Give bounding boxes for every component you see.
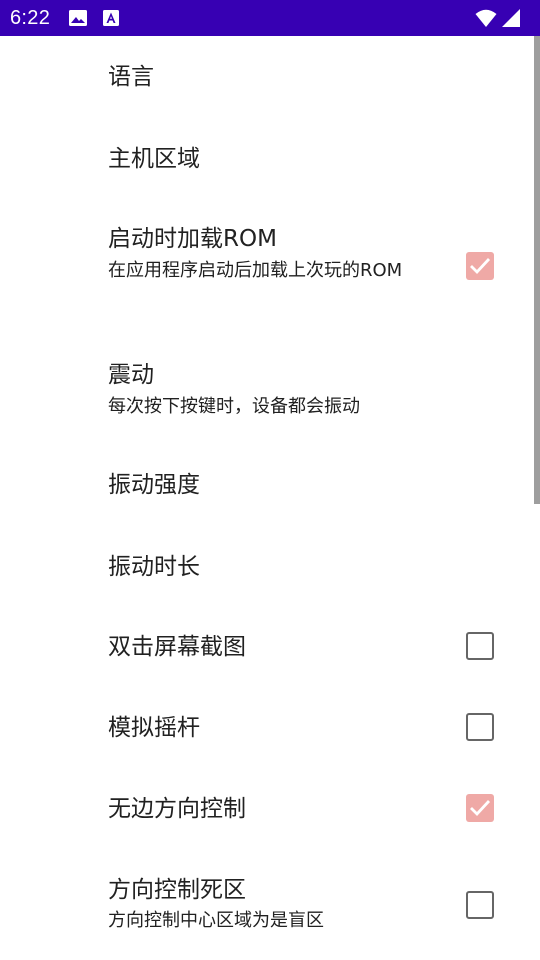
setting-title: 主机区域 xyxy=(108,146,200,172)
setting-dpad-deadzone[interactable]: 方向控制死区 方向控制中心区域为是盲区 xyxy=(0,849,534,960)
scrollbar[interactable] xyxy=(534,36,540,504)
setting-title: 无边方向控制 xyxy=(108,796,246,822)
setting-title: 启动时加载ROM xyxy=(108,226,277,252)
setting-vibration[interactable]: 震动 每次按下按键时，设备都会振动 xyxy=(0,336,534,444)
accessibility-icon xyxy=(103,10,119,26)
setting-load-rom-on-start[interactable]: 启动时加载ROM 在应用程序启动后加载上次玩的ROM xyxy=(0,198,534,336)
setting-summary: 每次按下按键时，设备都会振动 xyxy=(108,396,360,417)
setting-summary: 在应用程序启动后加载上次玩的ROM xyxy=(108,260,403,281)
setting-language[interactable]: 语言 xyxy=(0,36,534,118)
setting-vibration-strength[interactable]: 振动强度 xyxy=(0,444,534,526)
status-time: 6:22 xyxy=(10,7,51,29)
status-bar: 6:22 xyxy=(0,0,540,36)
setting-title: 方向控制死区 xyxy=(108,877,246,903)
load-rom-checkbox[interactable] xyxy=(466,252,494,280)
setting-title: 振动强度 xyxy=(108,472,200,498)
setting-title: 振动时长 xyxy=(108,554,200,580)
checkmark-icon xyxy=(470,800,491,817)
setting-title: 双击屏幕截图 xyxy=(108,634,246,660)
setting-title: 震动 xyxy=(108,362,154,388)
setting-double-tap-screenshot[interactable]: 双击屏幕截图 xyxy=(0,606,534,687)
setting-borderless-dpad[interactable]: 无边方向控制 xyxy=(0,768,534,849)
setting-summary: 方向控制中心区域为是盲区 xyxy=(108,910,324,931)
double-tap-screenshot-checkbox[interactable] xyxy=(466,632,494,660)
checkmark-icon xyxy=(470,258,491,275)
setting-host-region[interactable]: 主机区域 xyxy=(0,118,534,198)
settings-list: 语言 主机区域 启动时加载ROM 在应用程序启动后加载上次玩的ROM 震动 每次… xyxy=(0,36,534,960)
analog-stick-checkbox[interactable] xyxy=(466,713,494,741)
setting-vibration-duration[interactable]: 振动时长 xyxy=(0,526,534,606)
cellular-signal-icon xyxy=(502,9,520,27)
setting-title: 模拟摇杆 xyxy=(108,715,200,741)
setting-analog-stick[interactable]: 模拟摇杆 xyxy=(0,687,534,768)
wifi-icon xyxy=(475,9,497,27)
borderless-dpad-checkbox[interactable] xyxy=(466,794,494,822)
image-icon xyxy=(69,10,87,26)
dpad-deadzone-checkbox[interactable] xyxy=(466,891,494,919)
setting-title: 语言 xyxy=(108,64,154,90)
